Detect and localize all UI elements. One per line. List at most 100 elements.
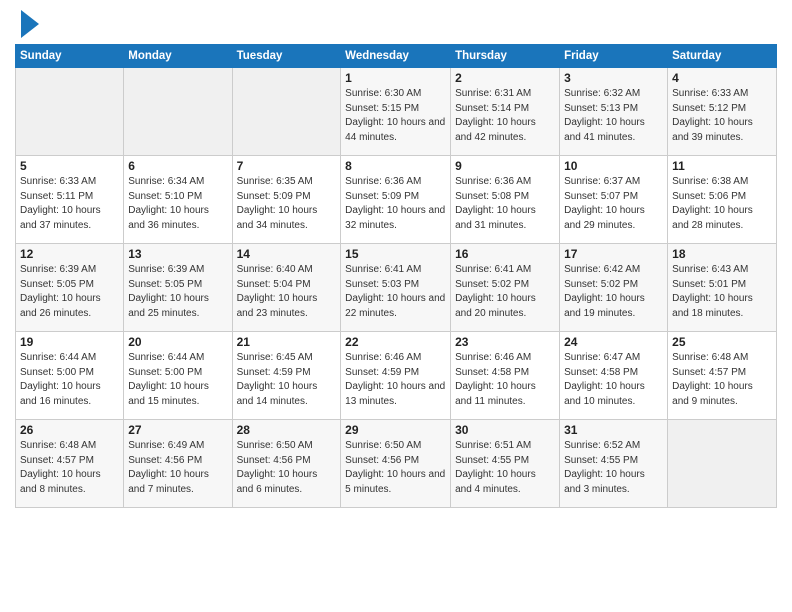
day-number: 24 xyxy=(564,335,663,349)
day-number: 7 xyxy=(237,159,337,173)
calendar-cell: 10 Sunrise: 6:37 AM Sunset: 5:07 PM Dayli… xyxy=(560,156,668,244)
day-number: 4 xyxy=(672,71,772,85)
calendar-cell: 22 Sunrise: 6:46 AM Sunset: 4:59 PM Dayli… xyxy=(341,332,451,420)
calendar-cell: 23Sunrise: 6:46 AM Sunset: 4:58 PM Dayli… xyxy=(451,332,560,420)
day-detail: Sunrise: 6:41 AM Sunset: 5:02 PM Dayligh… xyxy=(455,263,555,321)
calendar-cell: 3Sunrise: 6:32 AM Sunset: 5:13 PM Daylig… xyxy=(560,68,668,156)
calendar-cell xyxy=(16,68,124,156)
day-number: 23 xyxy=(455,335,555,349)
day-detail: Sunrise: 6:42 AM Sunset: 5:02 PM Dayligh… xyxy=(564,263,663,321)
day-number: 12 xyxy=(20,247,119,261)
day-detail: Sunrise: 6:38 AM Sunset: 5:06 PM Dayligh… xyxy=(672,175,772,233)
day-number: 18 xyxy=(672,247,772,261)
day-number: 26 xyxy=(20,423,119,437)
day-detail: Sunrise: 6:47 AM Sunset: 4:58 PM Dayligh… xyxy=(564,351,663,409)
day-header-wednesday: Wednesday xyxy=(341,45,451,68)
calendar-cell: 14 Sunrise: 6:40 AM Sunset: 5:04 PM Dayli… xyxy=(232,244,341,332)
day-detail: Sunrise: 6:50 AM Sunset: 4:56 PM Dayligh… xyxy=(345,439,446,497)
calendar-cell: 2 Sunrise: 6:31 AM Sunset: 5:14 PM Daylig… xyxy=(451,68,560,156)
day-number: 20 xyxy=(128,335,227,349)
day-detail: Sunrise: 6:50 AM Sunset: 4:56 PM Dayligh… xyxy=(237,439,337,497)
calendar-cell xyxy=(124,68,232,156)
day-detail: Sunrise: 6:35 AM Sunset: 5:09 PM Dayligh… xyxy=(237,175,337,233)
calendar-week-1: 1Sunrise: 6:30 AM Sunset: 5:15 PM Daylig… xyxy=(16,68,777,156)
day-detail: Sunrise: 6:36 AM Sunset: 5:08 PM Dayligh… xyxy=(455,175,555,233)
calendar-cell: 29 Sunrise: 6:50 AM Sunset: 4:56 PM Dayli… xyxy=(341,420,451,508)
logo xyxy=(15,10,39,38)
day-number: 13 xyxy=(128,247,227,261)
day-detail: Sunrise: 6:52 AM Sunset: 4:55 PM Dayligh… xyxy=(564,439,663,497)
day-detail: Sunrise: 6:36 AM Sunset: 5:09 PM Dayligh… xyxy=(345,175,446,233)
calendar-cell: 26 Sunrise: 6:48 AM Sunset: 4:57 PM Dayli… xyxy=(16,420,124,508)
calendar-cell: 19 Sunrise: 6:44 AM Sunset: 5:00 PM Dayli… xyxy=(16,332,124,420)
calendar-week-4: 19 Sunrise: 6:44 AM Sunset: 5:00 PM Dayli… xyxy=(16,332,777,420)
day-detail: Sunrise: 6:41 AM Sunset: 5:03 PM Dayligh… xyxy=(345,263,446,321)
day-detail: Sunrise: 6:44 AM Sunset: 5:00 PM Dayligh… xyxy=(20,351,119,409)
day-detail: Sunrise: 6:34 AM Sunset: 5:10 PM Dayligh… xyxy=(128,175,227,233)
day-number: 2 xyxy=(455,71,555,85)
calendar-cell: 30 Sunrise: 6:51 AM Sunset: 4:55 PM Dayli… xyxy=(451,420,560,508)
page-header xyxy=(15,10,777,38)
calendar-cell: 1Sunrise: 6:30 AM Sunset: 5:15 PM Daylig… xyxy=(341,68,451,156)
calendar-week-2: 5Sunrise: 6:33 AM Sunset: 5:11 PM Daylig… xyxy=(16,156,777,244)
calendar-cell: 15 Sunrise: 6:41 AM Sunset: 5:03 PM Dayli… xyxy=(341,244,451,332)
calendar-cell: 12 Sunrise: 6:39 AM Sunset: 5:05 PM Dayli… xyxy=(16,244,124,332)
day-number: 25 xyxy=(672,335,772,349)
calendar-header-row: SundayMondayTuesdayWednesdayThursdayFrid… xyxy=(16,45,777,68)
calendar-cell: 31 Sunrise: 6:52 AM Sunset: 4:55 PM Dayli… xyxy=(560,420,668,508)
day-detail: Sunrise: 6:31 AM Sunset: 5:14 PM Dayligh… xyxy=(455,87,555,145)
day-detail: Sunrise: 6:51 AM Sunset: 4:55 PM Dayligh… xyxy=(455,439,555,497)
day-number: 30 xyxy=(455,423,555,437)
day-detail: Sunrise: 6:44 AM Sunset: 5:00 PM Dayligh… xyxy=(128,351,227,409)
day-number: 1 xyxy=(345,71,446,85)
calendar-cell: 20 Sunrise: 6:44 AM Sunset: 5:00 PM Dayli… xyxy=(124,332,232,420)
logo-arrow-icon xyxy=(21,10,39,38)
calendar-cell: 25 Sunrise: 6:48 AM Sunset: 4:57 PM Dayli… xyxy=(668,332,777,420)
calendar-cell: 27Sunrise: 6:49 AM Sunset: 4:56 PM Dayli… xyxy=(124,420,232,508)
calendar-week-3: 12 Sunrise: 6:39 AM Sunset: 5:05 PM Dayli… xyxy=(16,244,777,332)
day-detail: Sunrise: 6:46 AM Sunset: 4:59 PM Dayligh… xyxy=(345,351,446,409)
day-header-tuesday: Tuesday xyxy=(232,45,341,68)
day-detail: Sunrise: 6:43 AM Sunset: 5:01 PM Dayligh… xyxy=(672,263,772,321)
day-number: 31 xyxy=(564,423,663,437)
day-number: 28 xyxy=(237,423,337,437)
day-number: 6 xyxy=(128,159,227,173)
day-number: 17 xyxy=(564,247,663,261)
calendar-cell: 18 Sunrise: 6:43 AM Sunset: 5:01 PM Dayli… xyxy=(668,244,777,332)
day-detail: Sunrise: 6:45 AM Sunset: 4:59 PM Dayligh… xyxy=(237,351,337,409)
calendar-cell: 9Sunrise: 6:36 AM Sunset: 5:08 PM Daylig… xyxy=(451,156,560,244)
day-number: 3 xyxy=(564,71,663,85)
calendar-cell: 11 Sunrise: 6:38 AM Sunset: 5:06 PM Dayli… xyxy=(668,156,777,244)
day-number: 16 xyxy=(455,247,555,261)
day-number: 15 xyxy=(345,247,446,261)
day-number: 22 xyxy=(345,335,446,349)
day-number: 10 xyxy=(564,159,663,173)
day-detail: Sunrise: 6:33 AM Sunset: 5:12 PM Dayligh… xyxy=(672,87,772,145)
day-detail: Sunrise: 6:40 AM Sunset: 5:04 PM Dayligh… xyxy=(237,263,337,321)
calendar-cell: 5Sunrise: 6:33 AM Sunset: 5:11 PM Daylig… xyxy=(16,156,124,244)
day-header-sunday: Sunday xyxy=(16,45,124,68)
day-header-thursday: Thursday xyxy=(451,45,560,68)
calendar-cell: 17 Sunrise: 6:42 AM Sunset: 5:02 PM Dayli… xyxy=(560,244,668,332)
calendar-table: SundayMondayTuesdayWednesdayThursdayFrid… xyxy=(15,44,777,508)
day-number: 11 xyxy=(672,159,772,173)
calendar-week-5: 26 Sunrise: 6:48 AM Sunset: 4:57 PM Dayli… xyxy=(16,420,777,508)
day-detail: Sunrise: 6:39 AM Sunset: 5:05 PM Dayligh… xyxy=(128,263,227,321)
day-number: 21 xyxy=(237,335,337,349)
calendar-cell xyxy=(232,68,341,156)
day-number: 14 xyxy=(237,247,337,261)
day-detail: Sunrise: 6:37 AM Sunset: 5:07 PM Dayligh… xyxy=(564,175,663,233)
day-detail: Sunrise: 6:39 AM Sunset: 5:05 PM Dayligh… xyxy=(20,263,119,321)
day-number: 29 xyxy=(345,423,446,437)
calendar-cell: 6 Sunrise: 6:34 AM Sunset: 5:10 PM Daylig… xyxy=(124,156,232,244)
calendar-cell: 13 Sunrise: 6:39 AM Sunset: 5:05 PM Dayli… xyxy=(124,244,232,332)
day-header-monday: Monday xyxy=(124,45,232,68)
day-header-friday: Friday xyxy=(560,45,668,68)
calendar-cell: 4 Sunrise: 6:33 AM Sunset: 5:12 PM Daylig… xyxy=(668,68,777,156)
day-number: 8 xyxy=(345,159,446,173)
day-number: 19 xyxy=(20,335,119,349)
day-detail: Sunrise: 6:48 AM Sunset: 4:57 PM Dayligh… xyxy=(20,439,119,497)
day-number: 27 xyxy=(128,423,227,437)
calendar-cell: 7 Sunrise: 6:35 AM Sunset: 5:09 PM Daylig… xyxy=(232,156,341,244)
day-detail: Sunrise: 6:48 AM Sunset: 4:57 PM Dayligh… xyxy=(672,351,772,409)
